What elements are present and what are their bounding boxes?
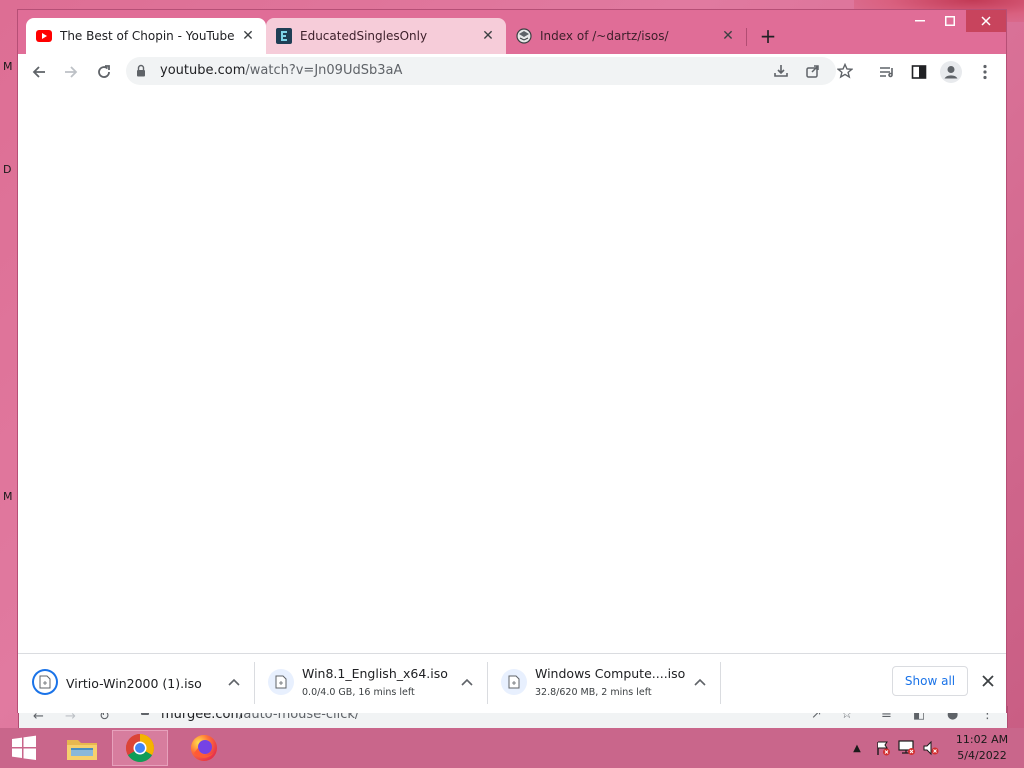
tab-youtube[interactable]: The Best of Chopin - YouTube ✕ [26,18,266,54]
tab-title: The Best of Chopin - YouTube [60,29,235,43]
tab-title: Index of /~dartz/isos/ [540,29,669,43]
forward-button[interactable] [58,59,84,85]
taskbar: ▲ 11:02 AM 5/4/2022 [0,728,1024,768]
download-item[interactable]: Windows Compute....iso 32.8/620 MB, 2 mi… [487,654,720,713]
close-download-bar-icon[interactable] [978,671,998,691]
browser-window: The Best of Chopin - YouTube ✕ EducatedS… [18,10,1006,713]
start-button[interactable] [0,728,48,768]
bookmark-star-icon[interactable] [834,60,856,82]
network-icon[interactable] [896,728,918,768]
globe-icon [516,28,532,44]
file-icon [501,669,527,695]
windows-logo-icon [12,735,36,760]
url-path: /watch?v=Jn09UdSb3aA [245,63,403,78]
system-clock[interactable]: 11:02 AM 5/4/2022 [950,732,1014,764]
address-bar[interactable]: youtube.com/watch?v=Jn09UdSb3aA [126,57,853,85]
chevron-up-icon[interactable] [459,674,475,690]
menu-dots-icon[interactable] [972,59,998,85]
download-bar: Virtio-Win2000 (1).iso Win8.1_English_x6… [18,653,1006,713]
install-app-icon[interactable] [770,60,792,82]
download-item[interactable]: Virtio-Win2000 (1).iso [18,654,254,713]
profile-avatar-icon[interactable] [938,59,964,85]
title-bar[interactable]: The Best of Chopin - YouTube ✕ EducatedS… [18,10,1006,54]
action-center-flag-icon[interactable] [872,728,894,768]
side-panel-icon[interactable] [906,59,932,85]
url-text[interactable]: youtube.com/watch?v=Jn09UdSb3aA [160,63,402,78]
tab-title: EducatedSinglesOnly [300,29,428,43]
desktop-icon-label[interactable]: M [3,490,13,503]
clock-date: 5/4/2022 [957,749,1007,762]
chevron-up-icon[interactable] [692,674,708,690]
youtube-icon [36,28,52,44]
download-filename: Virtio-Win2000 (1).iso [66,676,202,691]
taskbar-firefox[interactable] [176,730,232,766]
desktop-icon-label[interactable]: D [3,163,11,176]
download-separator [720,662,721,704]
download-filename: Windows Compute....iso [535,666,686,681]
firefox-icon [191,735,217,761]
lock-icon[interactable] [136,64,146,80]
reading-list-icon[interactable] [874,59,900,85]
download-status: 32.8/620 MB, 2 mins left [535,687,652,698]
show-hidden-icons-chevron[interactable]: ▲ [848,728,866,768]
file-icon [268,669,294,695]
educated-singles-icon [276,28,292,44]
desktop-icon-label[interactable]: M [3,60,13,73]
close-tab-icon[interactable]: ✕ [480,28,496,44]
download-status: 0.0/4.0 GB, 16 mins left [302,687,415,698]
clock-time: 11:02 AM [955,733,1009,746]
page-content[interactable] [18,90,1006,653]
volume-muted-icon[interactable] [920,728,942,768]
chevron-up-icon[interactable] [226,674,242,690]
minimize-button[interactable] [906,10,934,32]
download-filename: Win8.1_English_x64.iso [302,666,448,681]
tab-dartz-index[interactable]: Index of /~dartz/isos/ ✕ [506,18,746,54]
taskbar-chrome[interactable] [112,730,168,766]
download-item[interactable]: Win8.1_English_x64.iso 0.0/4.0 GB, 16 mi… [254,654,487,713]
back-button[interactable] [26,59,52,85]
file-explorer-icon [67,740,97,760]
new-tab-button[interactable]: + [756,24,780,48]
tab-separator [746,28,747,46]
browser-toolbar: youtube.com/watch?v=Jn09UdSb3aA [18,54,1006,91]
file-icon [32,669,58,695]
chrome-icon [126,734,154,762]
share-icon[interactable] [802,60,824,82]
tab-educated-singles[interactable]: EducatedSinglesOnly ✕ [266,18,506,54]
close-window-button[interactable] [966,10,1006,32]
url-host: youtube.com [160,63,246,78]
reload-button[interactable] [91,59,117,85]
maximize-button[interactable] [936,10,964,32]
show-all-downloads-button[interactable]: Show all [892,666,968,696]
close-tab-icon[interactable]: ✕ [240,28,256,44]
taskbar-file-explorer[interactable] [54,730,110,766]
close-tab-icon[interactable]: ✕ [720,28,736,44]
